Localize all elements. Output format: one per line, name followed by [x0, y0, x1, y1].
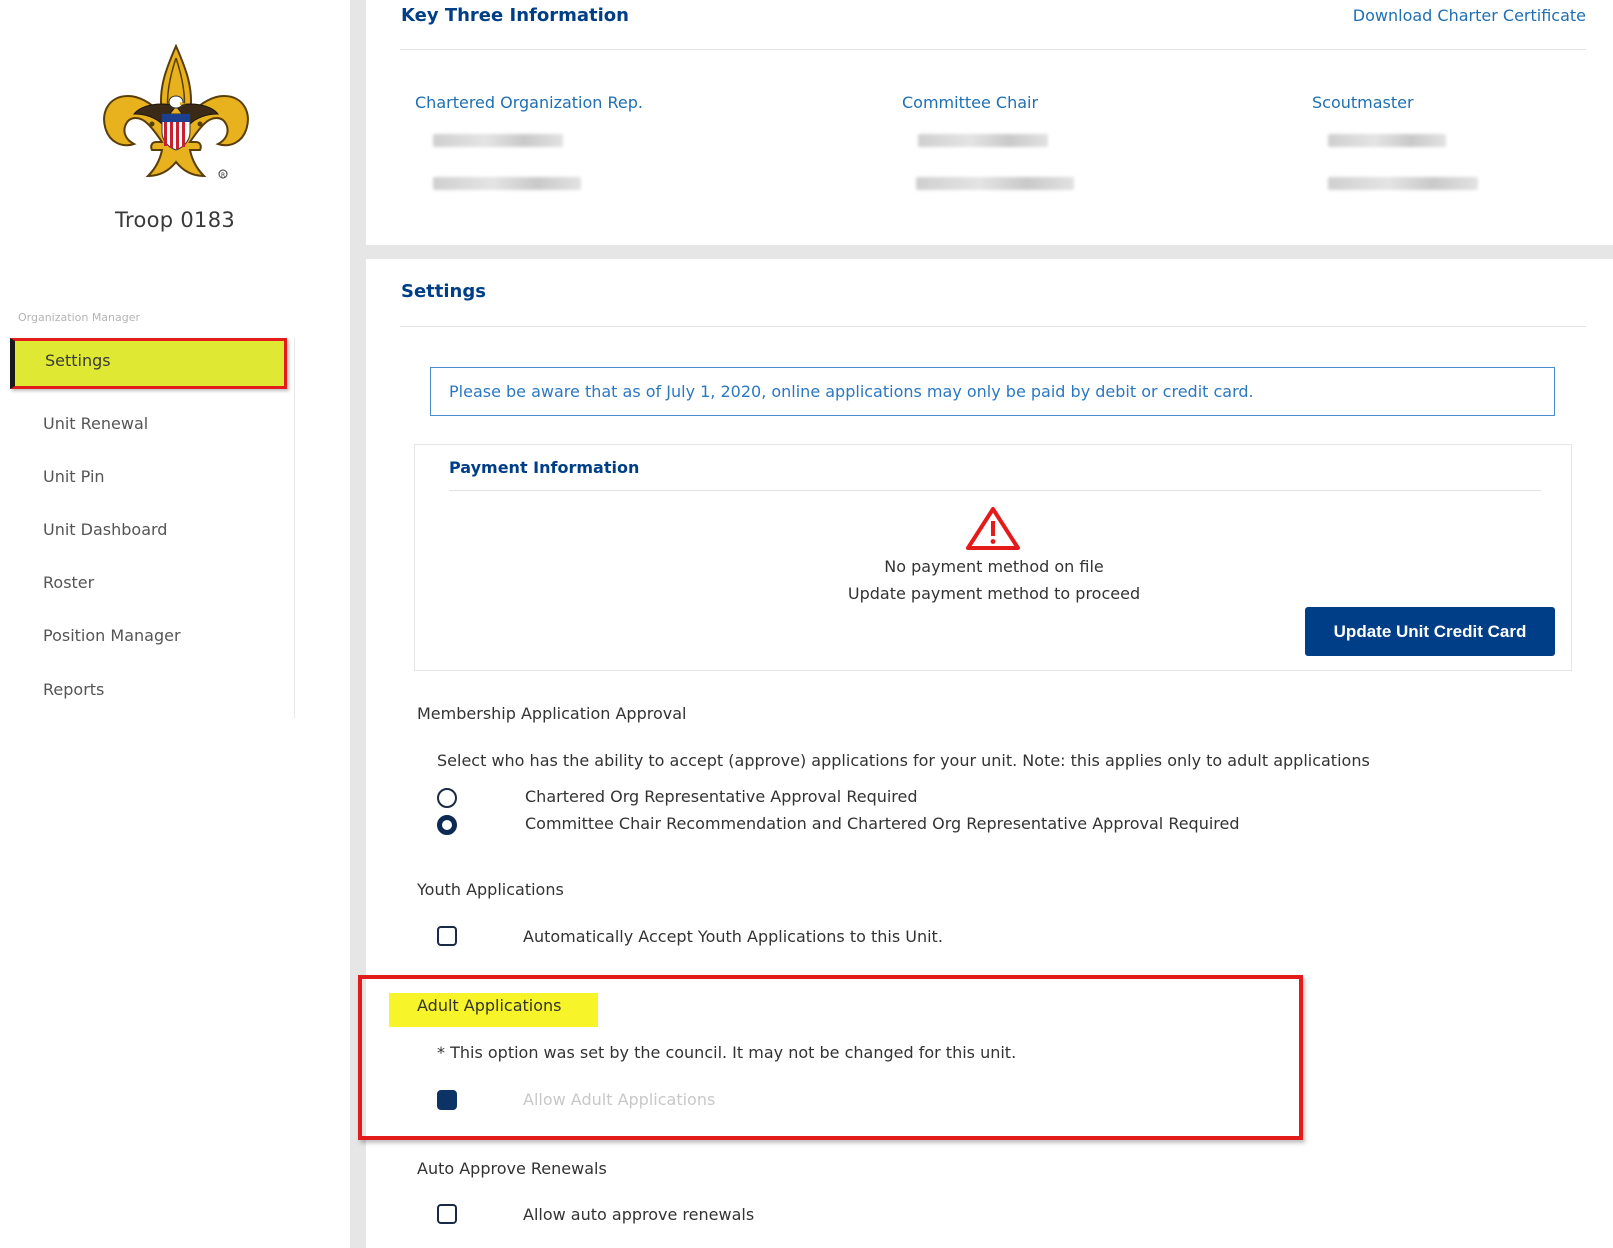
sidebar-divider — [350, 0, 366, 1248]
bsa-fleur-de-lis-logo: R — [103, 44, 249, 179]
radio-committee-chair-and-cor-approval[interactable] — [437, 815, 457, 835]
membership-approval-title: Membership Application Approval — [417, 704, 687, 723]
key-three-title: Key Three Information — [401, 5, 629, 26]
youth-applications-title: Youth Applications — [417, 880, 564, 899]
troop-name: Troop 0183 — [114, 208, 236, 232]
option-chartered-org-rep-approval-label: Chartered Org Representative Approval Re… — [525, 787, 918, 806]
sidebar-nav: Settings Unit Renewal Unit Pin Unit Dash… — [10, 338, 295, 718]
redacted-name — [433, 134, 563, 147]
sidebar-item-unit-pin[interactable]: Unit Pin — [43, 467, 105, 486]
payment-information-panel: Payment Information No payment method on… — [414, 444, 1572, 671]
redacted-name — [918, 134, 1048, 147]
sidebar-item-reports[interactable]: Reports — [43, 680, 104, 699]
membership-approval-description: Select who has the ability to accept (ap… — [437, 751, 1370, 770]
key-three-divider — [400, 49, 1586, 50]
sidebar-item-unit-renewal[interactable]: Unit Renewal — [43, 414, 148, 433]
organization-manager-label: Organization Manager — [18, 311, 141, 324]
payment-information-title: Payment Information — [449, 458, 640, 477]
key-three-committee-chair: Committee Chair — [902, 93, 1074, 190]
auto-approve-renewals-title: Auto Approve Renewals — [417, 1159, 607, 1178]
auto-accept-youth-label: Automatically Accept Youth Applications … — [523, 927, 943, 946]
payment-notice-banner: Please be aware that as of July 1, 2020,… — [430, 367, 1555, 416]
sidebar-item-settings[interactable]: Settings — [10, 338, 287, 389]
scoutmaster-label: Scoutmaster — [1312, 93, 1414, 112]
update-payment-method-message: Update payment method to proceed — [847, 584, 1141, 603]
settings-divider — [400, 326, 1586, 327]
update-unit-credit-card-button[interactable]: Update Unit Credit Card — [1305, 607, 1555, 656]
warning-triangle-icon — [966, 507, 1020, 550]
adult-applications-title: Adult Applications — [417, 996, 562, 1015]
section-divider — [366, 245, 1613, 259]
allow-auto-approve-renewals-checkbox[interactable] — [437, 1204, 457, 1224]
redacted-email — [433, 177, 581, 190]
sidebar-item-roster[interactable]: Roster — [43, 573, 94, 592]
sidebar-item-position-manager[interactable]: Position Manager — [43, 626, 181, 645]
allow-auto-approve-renewals-label: Allow auto approve renewals — [523, 1205, 755, 1224]
sidebar-item-unit-dashboard[interactable]: Unit Dashboard — [43, 520, 167, 539]
no-payment-method-message: No payment method on file — [884, 557, 1104, 576]
key-three-scoutmaster: Scoutmaster — [1312, 93, 1478, 190]
svg-text:R: R — [221, 172, 225, 179]
chartered-org-rep-label: Chartered Organization Rep. — [415, 93, 643, 112]
payment-divider — [449, 490, 1541, 491]
download-charter-certificate-link[interactable]: Download Charter Certificate — [1353, 6, 1586, 25]
radio-chartered-org-rep-approval[interactable] — [437, 788, 457, 808]
key-three-chartered-org-rep: Chartered Organization Rep. — [415, 93, 643, 190]
allow-adult-applications-label: Allow Adult Applications — [523, 1090, 716, 1109]
settings-title: Settings — [401, 281, 486, 302]
redacted-name — [1328, 134, 1446, 147]
adult-applications-council-note: * This option was set by the council. It… — [437, 1043, 1017, 1062]
allow-adult-applications-checkbox[interactable] — [437, 1090, 457, 1110]
redacted-email — [916, 177, 1074, 190]
option-committee-chair-and-cor-approval-label: Committee Chair Recommendation and Chart… — [525, 814, 1240, 833]
auto-accept-youth-checkbox[interactable] — [437, 926, 457, 946]
committee-chair-label: Committee Chair — [902, 93, 1039, 112]
sidebar: R Troop 0183 Organization Manager Settin… — [0, 0, 350, 1248]
redacted-email — [1328, 177, 1478, 190]
